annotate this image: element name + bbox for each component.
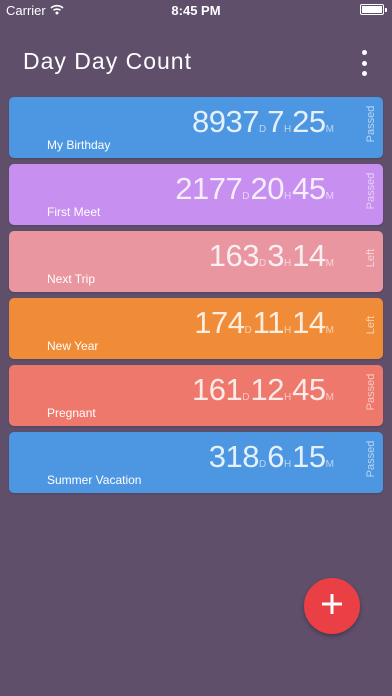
minutes-unit: M [325,191,334,202]
page-title: Day Day Count [23,48,192,74]
minutes-unit: M [325,258,334,269]
hours-unit: H [283,325,292,336]
days-unit: D [258,258,267,269]
event-name: First Meet [47,205,101,219]
hours-unit: H [283,392,292,403]
days-value: 318 [208,439,260,474]
event-card[interactable]: 318D6H15M Summer Vacation Passed [9,432,383,493]
minutes-value: 45 [292,171,326,206]
hours-unit: H [283,191,292,202]
days-value: 8937 [191,104,259,139]
add-event-button[interactable] [304,578,360,634]
hours-value: 11 [252,305,285,340]
minutes-value: 14 [292,238,326,273]
event-status: Left [365,248,377,268]
event-name: New Year [47,339,99,353]
app-header: Day Day Count [0,40,392,84]
menu-dot [361,60,367,66]
event-name: Pregnant [47,406,96,420]
hours-unit: H [283,258,292,269]
event-card[interactable]: 163D3H14M Next Trip Left [9,231,383,292]
hours-value: 7 [267,104,284,139]
card-count: 8937D7H25M [192,104,335,140]
status-bar: Carrier 8:45 PM [0,0,392,22]
days-value: 161 [191,372,243,407]
status-time: 8:45 PM [171,3,221,18]
minutes-value: 45 [292,372,326,407]
status-right [360,4,387,15]
card-count: 161D12H45M [192,372,335,408]
hours-value: 20 [250,171,284,206]
menu-dot [361,50,367,55]
card-count: 2177D20H45M [175,171,335,207]
event-status: Passed [365,440,377,478]
days-value: 163 [208,238,260,273]
minutes-unit: M [325,459,334,470]
more-vertical-icon[interactable] [358,50,370,76]
minutes-value: 25 [292,104,326,139]
event-status: Left [365,315,377,335]
days-unit: D [258,459,267,470]
event-card[interactable]: 161D12H45M Pregnant Passed [9,365,383,426]
days-unit: D [242,191,250,202]
minutes-value: 15 [292,439,326,474]
menu-dot [361,71,367,76]
event-name: Next Trip [47,272,96,286]
hours-value: 12 [250,372,284,407]
days-unit: D [258,124,267,135]
battery-icon [360,4,387,15]
minutes-unit: M [325,392,334,403]
days-value: 2177 [175,171,243,206]
event-name: Summer Vacation [47,473,142,487]
days-unit: D [244,325,252,336]
minutes-unit: M [325,325,334,336]
event-card[interactable]: 2177D20H45M First Meet Passed [9,164,383,225]
hours-value: 6 [267,439,284,474]
hours-unit: H [283,124,292,135]
battery-level [362,6,382,13]
event-list: 8937D7H25M My Birthday Passed 2177D20H45… [9,97,383,499]
event-status: Passed [365,105,377,143]
minutes-value: 14 [292,305,326,340]
days-value: 174 [194,305,245,340]
event-status: Passed [365,172,377,210]
plus-icon [321,593,343,620]
event-card[interactable]: 8937D7H25M My Birthday Passed [9,97,383,158]
hours-value: 3 [267,238,284,273]
days-unit: D [242,392,250,403]
minutes-unit: M [325,124,334,135]
hours-unit: H [283,459,292,470]
card-count: 163D3H14M [209,238,335,274]
card-count: 318D6H15M [209,439,335,475]
card-count: 174D11H14M [194,305,335,341]
event-name: My Birthday [47,138,111,152]
event-status: Passed [365,373,377,411]
event-card[interactable]: 174D11H14M New Year Left [9,298,383,359]
